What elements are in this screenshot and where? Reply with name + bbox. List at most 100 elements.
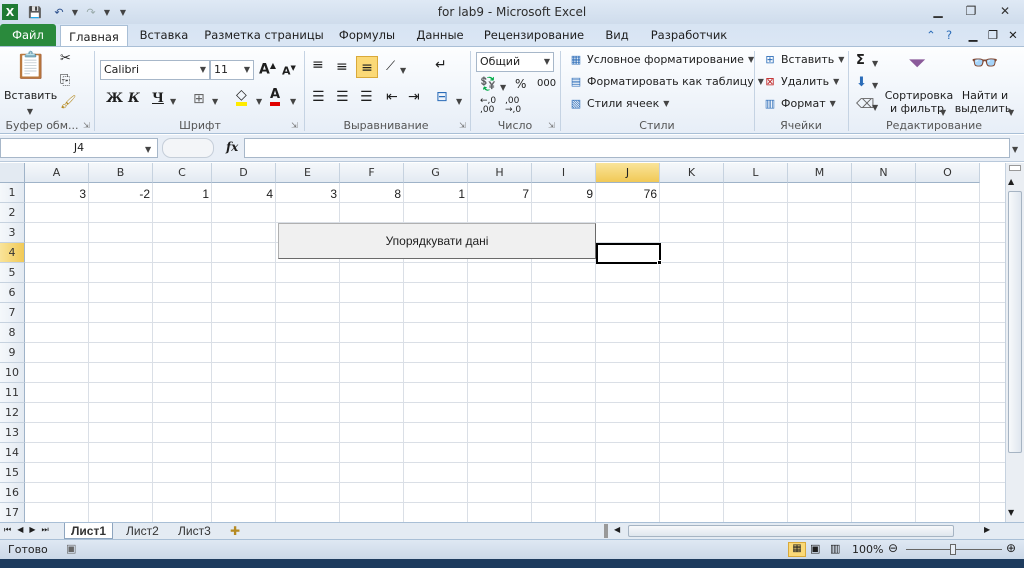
cell-j1[interactable]: 76 (596, 184, 660, 204)
sheet-tab-2[interactable]: Лист2 (120, 523, 165, 539)
align-middle-icon[interactable]: ≡ (336, 59, 348, 75)
name-box-dropdown-icon[interactable]: ▼ (145, 142, 151, 155)
column-header-f[interactable]: F (340, 163, 404, 183)
alignment-launcher-icon[interactable]: ⇲ (459, 121, 466, 130)
doc-close-button[interactable]: ✕ (1004, 24, 1022, 46)
cell-b1[interactable]: -2 (89, 184, 153, 204)
tab-split-handle[interactable] (604, 524, 608, 538)
insert-function-button[interactable]: fx (226, 140, 238, 154)
find-select-label[interactable]: Найти и (954, 89, 1016, 102)
merge-dropdown-icon[interactable]: ▼ (456, 94, 462, 107)
autosum-dropdown-icon[interactable]: ▼ (872, 56, 878, 69)
scroll-down-icon[interactable]: ▼ (1008, 508, 1014, 517)
binoculars-icon[interactable]: 👓 (968, 51, 1002, 76)
scroll-up-icon[interactable]: ▲ (1008, 177, 1014, 186)
font-color-dropdown-icon[interactable]: ▼ (290, 94, 296, 107)
paste-icon[interactable]: 📋 (14, 51, 48, 89)
font-color-icon[interactable]: A (270, 88, 281, 106)
align-right-icon[interactable]: ☰ (360, 89, 373, 105)
clipboard-launcher-icon[interactable]: ⇲ (83, 121, 90, 130)
format-as-table-button[interactable]: ▤ Форматировать как таблицу ▼ (568, 75, 764, 88)
align-center-icon[interactable]: ☰ (336, 89, 349, 105)
row-header-17[interactable]: 17 (0, 503, 25, 522)
font-launcher-icon[interactable]: ⇲ (291, 121, 298, 130)
macro-record-icon[interactable]: ▣ (66, 542, 76, 555)
scroll-left-icon[interactable]: ◀ (614, 525, 620, 534)
row-header-13[interactable]: 13 (0, 423, 25, 443)
minimize-button[interactable]: ▁ (925, 2, 951, 20)
row-header-8[interactable]: 8 (0, 323, 25, 343)
row-header-11[interactable]: 11 (0, 383, 25, 403)
column-header-k[interactable]: K (660, 163, 724, 183)
column-header-o[interactable]: O (916, 163, 980, 183)
minimize-ribbon-icon[interactable]: ⌃ (922, 24, 940, 46)
expand-formula-bar-icon[interactable]: ▼ (1012, 142, 1018, 155)
row-header-5[interactable]: 5 (0, 263, 25, 283)
tab-data[interactable]: Данные (410, 24, 470, 46)
column-header-d[interactable]: D (212, 163, 276, 183)
fill-handle[interactable] (657, 260, 662, 265)
row-header-1[interactable]: 1 (0, 183, 25, 203)
clear-dropdown-icon[interactable]: ▼ (872, 100, 878, 113)
active-cell[interactable] (596, 243, 661, 264)
row-header-3[interactable]: 3 (0, 223, 25, 243)
fill-color-icon[interactable]: ◇ (236, 88, 247, 106)
horizontal-scroll-thumb[interactable] (628, 525, 954, 537)
number-format-combo[interactable]: Общий ▼ (476, 52, 554, 72)
cut-icon[interactable]: ✂ (60, 51, 71, 66)
zoom-in-icon[interactable]: ⊕ (1006, 541, 1016, 555)
sort-filter-label[interactable]: Сортировка (884, 89, 954, 102)
cell-a1[interactable]: 3 (25, 184, 89, 204)
page-layout-view-icon[interactable]: ▣ (810, 542, 820, 555)
help-icon[interactable]: ? (940, 24, 958, 46)
vertical-scroll-thumb[interactable] (1008, 191, 1022, 453)
cell-d1[interactable]: 4 (212, 184, 276, 204)
bold-button[interactable]: Ж (106, 91, 123, 106)
column-header-m[interactable]: M (788, 163, 852, 183)
tab-insert[interactable]: Вставка (134, 24, 194, 46)
row-header-15[interactable]: 15 (0, 463, 25, 483)
column-header-n[interactable]: N (852, 163, 916, 183)
zoom-slider-thumb[interactable] (950, 544, 956, 555)
copy-icon[interactable]: ⎘ (60, 73, 70, 88)
percent-button[interactable]: % (515, 77, 526, 91)
tab-file[interactable]: Файл (0, 24, 56, 46)
cell-e1[interactable]: 3 (276, 184, 340, 204)
scroll-right-icon[interactable]: ▶ (984, 525, 990, 534)
wrap-text-icon[interactable]: ↵ (435, 57, 447, 73)
borders-dropdown-icon[interactable]: ▼ (212, 94, 218, 107)
orientation-icon[interactable]: ⟋ (386, 59, 395, 74)
cell-i1[interactable]: 9 (532, 184, 596, 204)
vertical-scrollbar[interactable]: ▲ ▼ (1005, 163, 1024, 522)
insert-sheet-icon[interactable]: ✚ (230, 524, 240, 538)
fill-color-dropdown-icon[interactable]: ▼ (256, 94, 262, 107)
align-bottom-icon[interactable]: ≡ (356, 56, 378, 78)
sort-filter-icon[interactable]: ⏷ (900, 51, 934, 76)
row-header-9[interactable]: 9 (0, 343, 25, 363)
decrease-decimal-icon[interactable]: ,00 →,0 (505, 97, 521, 115)
font-name-combo[interactable]: Calibri ▼ (100, 60, 210, 80)
thousands-button[interactable]: 000 (537, 78, 556, 89)
column-header-g[interactable]: G (404, 163, 468, 183)
doc-restore-button[interactable]: ❐ (984, 24, 1002, 46)
column-header-b[interactable]: B (89, 163, 153, 183)
currency-icon[interactable]: 💱 (480, 77, 496, 92)
delete-cells-button[interactable]: ⊠ Удалить ▼ (762, 75, 839, 88)
row-header-14[interactable]: 14 (0, 443, 25, 463)
column-header-h[interactable]: H (468, 163, 532, 183)
column-header-a[interactable]: A (25, 163, 89, 183)
tab-view[interactable]: Вид (598, 24, 636, 46)
fill-icon[interactable]: ⬇ (856, 75, 867, 90)
split-box[interactable] (1009, 165, 1021, 171)
cell-styles-button[interactable]: ▧ Стили ячеек ▼ (568, 97, 670, 110)
orientation-dropdown-icon[interactable]: ▼ (400, 63, 406, 76)
align-top-icon[interactable]: ≡ (312, 57, 324, 73)
underline-dropdown-icon[interactable]: ▼ (170, 94, 176, 107)
increase-indent-icon[interactable]: ⇥ (408, 89, 420, 105)
sheet-tab-3[interactable]: Лист3 (172, 523, 217, 539)
sort-data-button[interactable]: Упорядкувати дані (278, 223, 596, 259)
cell-c1[interactable]: 1 (153, 184, 212, 204)
tab-developer[interactable]: Разработчик (646, 24, 732, 46)
insert-cells-button[interactable]: ⊞ Вставить ▼ (762, 53, 844, 66)
increase-decimal-icon[interactable]: ←,0,00 (480, 97, 496, 115)
